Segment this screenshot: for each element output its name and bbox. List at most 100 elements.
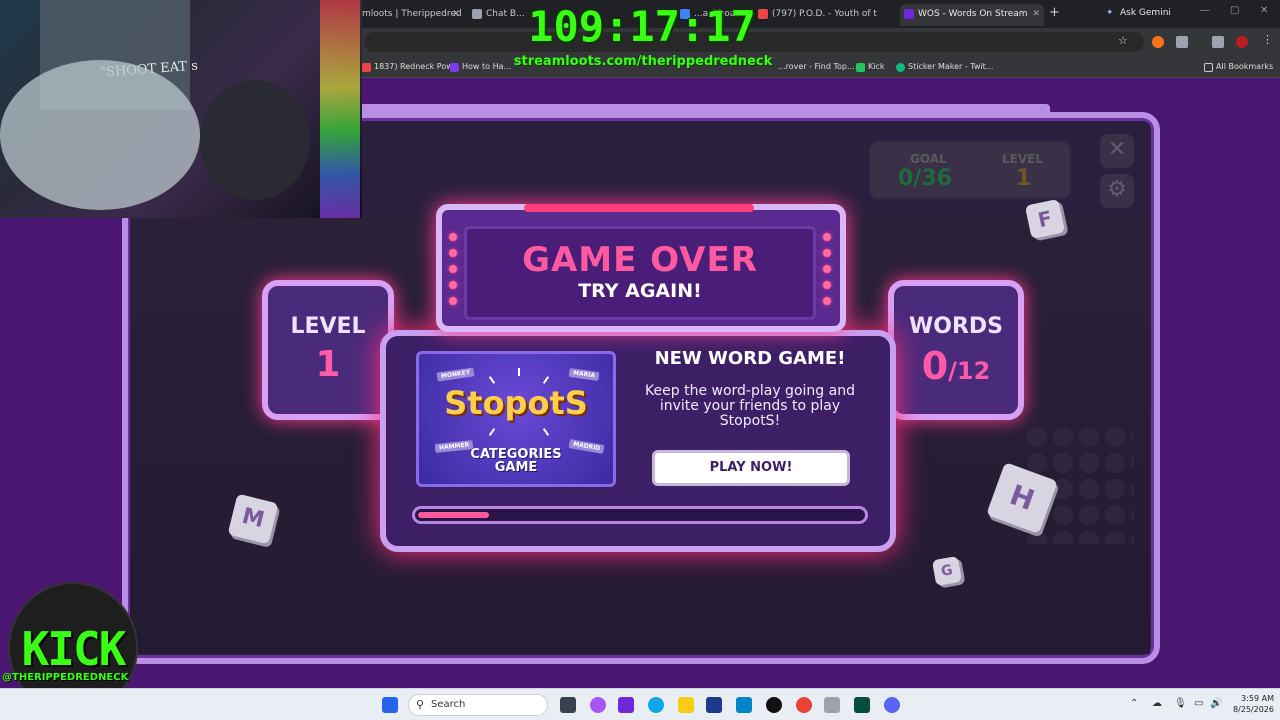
extension-icon[interactable] <box>1152 36 1164 48</box>
marquee-light <box>449 297 457 305</box>
network-icon[interactable]: ▭ <box>1194 698 1203 709</box>
extensions-puzzle-icon[interactable] <box>1176 36 1188 48</box>
promo-ray <box>542 428 550 436</box>
file-explorer-icon[interactable] <box>678 697 694 713</box>
words-panel: WORDS 0/12 <box>888 280 1024 420</box>
bookmark-favicon <box>450 63 459 72</box>
bookmark-item[interactable]: 1837) Redneck Pow... <box>362 59 460 75</box>
profile-avatar[interactable] <box>1236 36 1248 48</box>
taskbar-clock[interactable]: 3:59 AM 8/25/2026 <box>1222 693 1274 715</box>
header-accent-bar <box>524 204 754 212</box>
promo-title: NEW WORD GAME! <box>654 348 846 369</box>
windows-start-icon[interactable] <box>382 697 398 713</box>
promo-description: Keep the word-play going and invite your… <box>645 383 855 429</box>
words-value: 0/12 <box>894 344 1018 388</box>
stream-timer: 109:17:17 <box>528 2 756 51</box>
clock-time: 3:59 AM <box>1241 694 1274 703</box>
teams-icon[interactable] <box>618 697 634 713</box>
obs-icon[interactable] <box>766 697 782 713</box>
promo-caption: CATEGORIES GAME <box>419 448 613 474</box>
promo-caption-line: GAME <box>494 460 538 475</box>
volume-icon[interactable]: 🔊 <box>1210 698 1222 709</box>
marquee-light <box>823 297 831 305</box>
bookmark-label: 1837) Redneck Pow... <box>374 62 460 71</box>
close-tab-icon[interactable]: ✕ <box>452 4 460 24</box>
menu-kebab-icon[interactable]: ⋮ <box>1262 33 1274 46</box>
progress-fill <box>418 512 489 518</box>
gemini-icon: ✦ <box>1106 8 1114 18</box>
goal-level-panel: GOAL 0/36 LEVEL 1 <box>868 140 1072 200</box>
tab-favicon <box>472 9 482 19</box>
minimize-icon[interactable]: — <box>1200 5 1210 16</box>
new-tab-button[interactable]: + <box>1049 5 1060 20</box>
marquee-light <box>449 249 457 257</box>
ask-gemini-label: Ask Gemini <box>1120 8 1171 18</box>
tab-streamloots[interactable]: mloots | Therippedred ✕ <box>344 4 464 26</box>
promo-tag: MARIA <box>568 367 600 382</box>
letter-cube: F <box>1024 198 1066 240</box>
try-again-subtitle: TRY AGAIN! <box>578 280 702 302</box>
bookmark-item[interactable]: Kick <box>856 59 885 75</box>
close-tab-icon[interactable]: ✕ <box>1032 4 1040 24</box>
discord-icon[interactable] <box>884 697 900 713</box>
letter-cube: G <box>931 555 963 587</box>
level-panel: LEVEL 1 <box>262 280 394 420</box>
ask-gemini-button[interactable]: ✦ Ask Gemini <box>1106 5 1171 21</box>
search-icon: ⚲ <box>416 698 425 711</box>
level-label: LEVEL <box>290 314 366 339</box>
play-now-button[interactable]: PLAY NOW! <box>652 450 850 486</box>
tab-favicon <box>904 9 914 19</box>
chrome-icon[interactable] <box>796 697 812 713</box>
marquee-light <box>823 265 831 273</box>
maximize-icon[interactable]: ▢ <box>1230 5 1239 16</box>
task-view-icon[interactable] <box>560 697 576 713</box>
tab-wos[interactable]: WOS - Words On Stream ✕ <box>900 4 1044 26</box>
taskbar-search[interactable]: ⚲ Search <box>408 694 548 716</box>
promo-tag: MONKEY <box>436 367 475 382</box>
progress-bar <box>412 506 868 524</box>
media-control-icon[interactable] <box>1212 36 1224 48</box>
goal-label: GOAL <box>910 152 947 166</box>
webcam-overlay: "SHOOT EAT s <box>0 0 362 218</box>
bookmark-label: ...rover - Find Top... <box>778 62 855 71</box>
edge-icon[interactable] <box>648 697 664 713</box>
windows-taskbar: ⚲ Search ⌃ ☁ 🎙 ▭ 🔊 3:59 AM 8/25/2026 <box>0 688 1280 720</box>
tray-chevron-icon[interactable]: ⌃ <box>1130 698 1138 709</box>
promo-ray <box>518 368 520 376</box>
store-icon[interactable] <box>706 697 722 713</box>
close-window-icon[interactable]: ✕ <box>1260 5 1268 16</box>
stopots-promo-image[interactable]: MONKEY MARIA HAMMER MADRID StopotS CATEG… <box>416 351 616 487</box>
onedrive-icon[interactable]: ☁ <box>1152 698 1162 709</box>
all-bookmarks[interactable]: All Bookmarks <box>1204 59 1273 75</box>
marquee-light <box>823 249 831 257</box>
marquee-light <box>449 233 457 241</box>
tab-label: mloots | Therippedred <box>362 9 462 19</box>
bookmark-favicon <box>362 63 371 72</box>
clock-date: 8/25/2026 <box>1232 705 1274 714</box>
webcam-pillow <box>0 60 200 210</box>
copilot-icon[interactable] <box>590 697 606 713</box>
marquee-light <box>823 233 831 241</box>
kick-handle: @THERIPPEDREDNECK <box>2 672 129 683</box>
taskbar-search-label: Search <box>431 699 466 710</box>
close-icon[interactable]: ✕ <box>1100 134 1134 168</box>
gear-icon[interactable]: ⚙ <box>1100 174 1134 208</box>
stopots-logo: StopotS <box>444 384 588 422</box>
hud-level-label: LEVEL <box>1002 152 1043 166</box>
marquee-light <box>449 281 457 289</box>
bookmark-star-icon[interactable]: ☆ <box>1118 34 1130 47</box>
words-total: /12 <box>948 357 991 385</box>
all-bookmarks-label: All Bookmarks <box>1216 62 1274 71</box>
outlook-icon[interactable] <box>736 697 752 713</box>
promo-ray <box>488 376 496 384</box>
microphone-icon[interactable]: 🎙 <box>1174 698 1187 709</box>
bookmark-item[interactable]: Sticker Maker - Twit... <box>896 59 993 75</box>
kick-favicon <box>856 63 865 72</box>
folder-icon <box>1204 63 1213 72</box>
tab-label: (797) P.O.D. - Youth of t <box>772 9 877 19</box>
words-label: WORDS <box>908 314 1003 339</box>
promo-ray <box>542 376 550 384</box>
app-icon[interactable] <box>824 697 840 713</box>
bookmark-label: Kick <box>868 62 885 71</box>
terminal-icon[interactable] <box>854 697 870 713</box>
